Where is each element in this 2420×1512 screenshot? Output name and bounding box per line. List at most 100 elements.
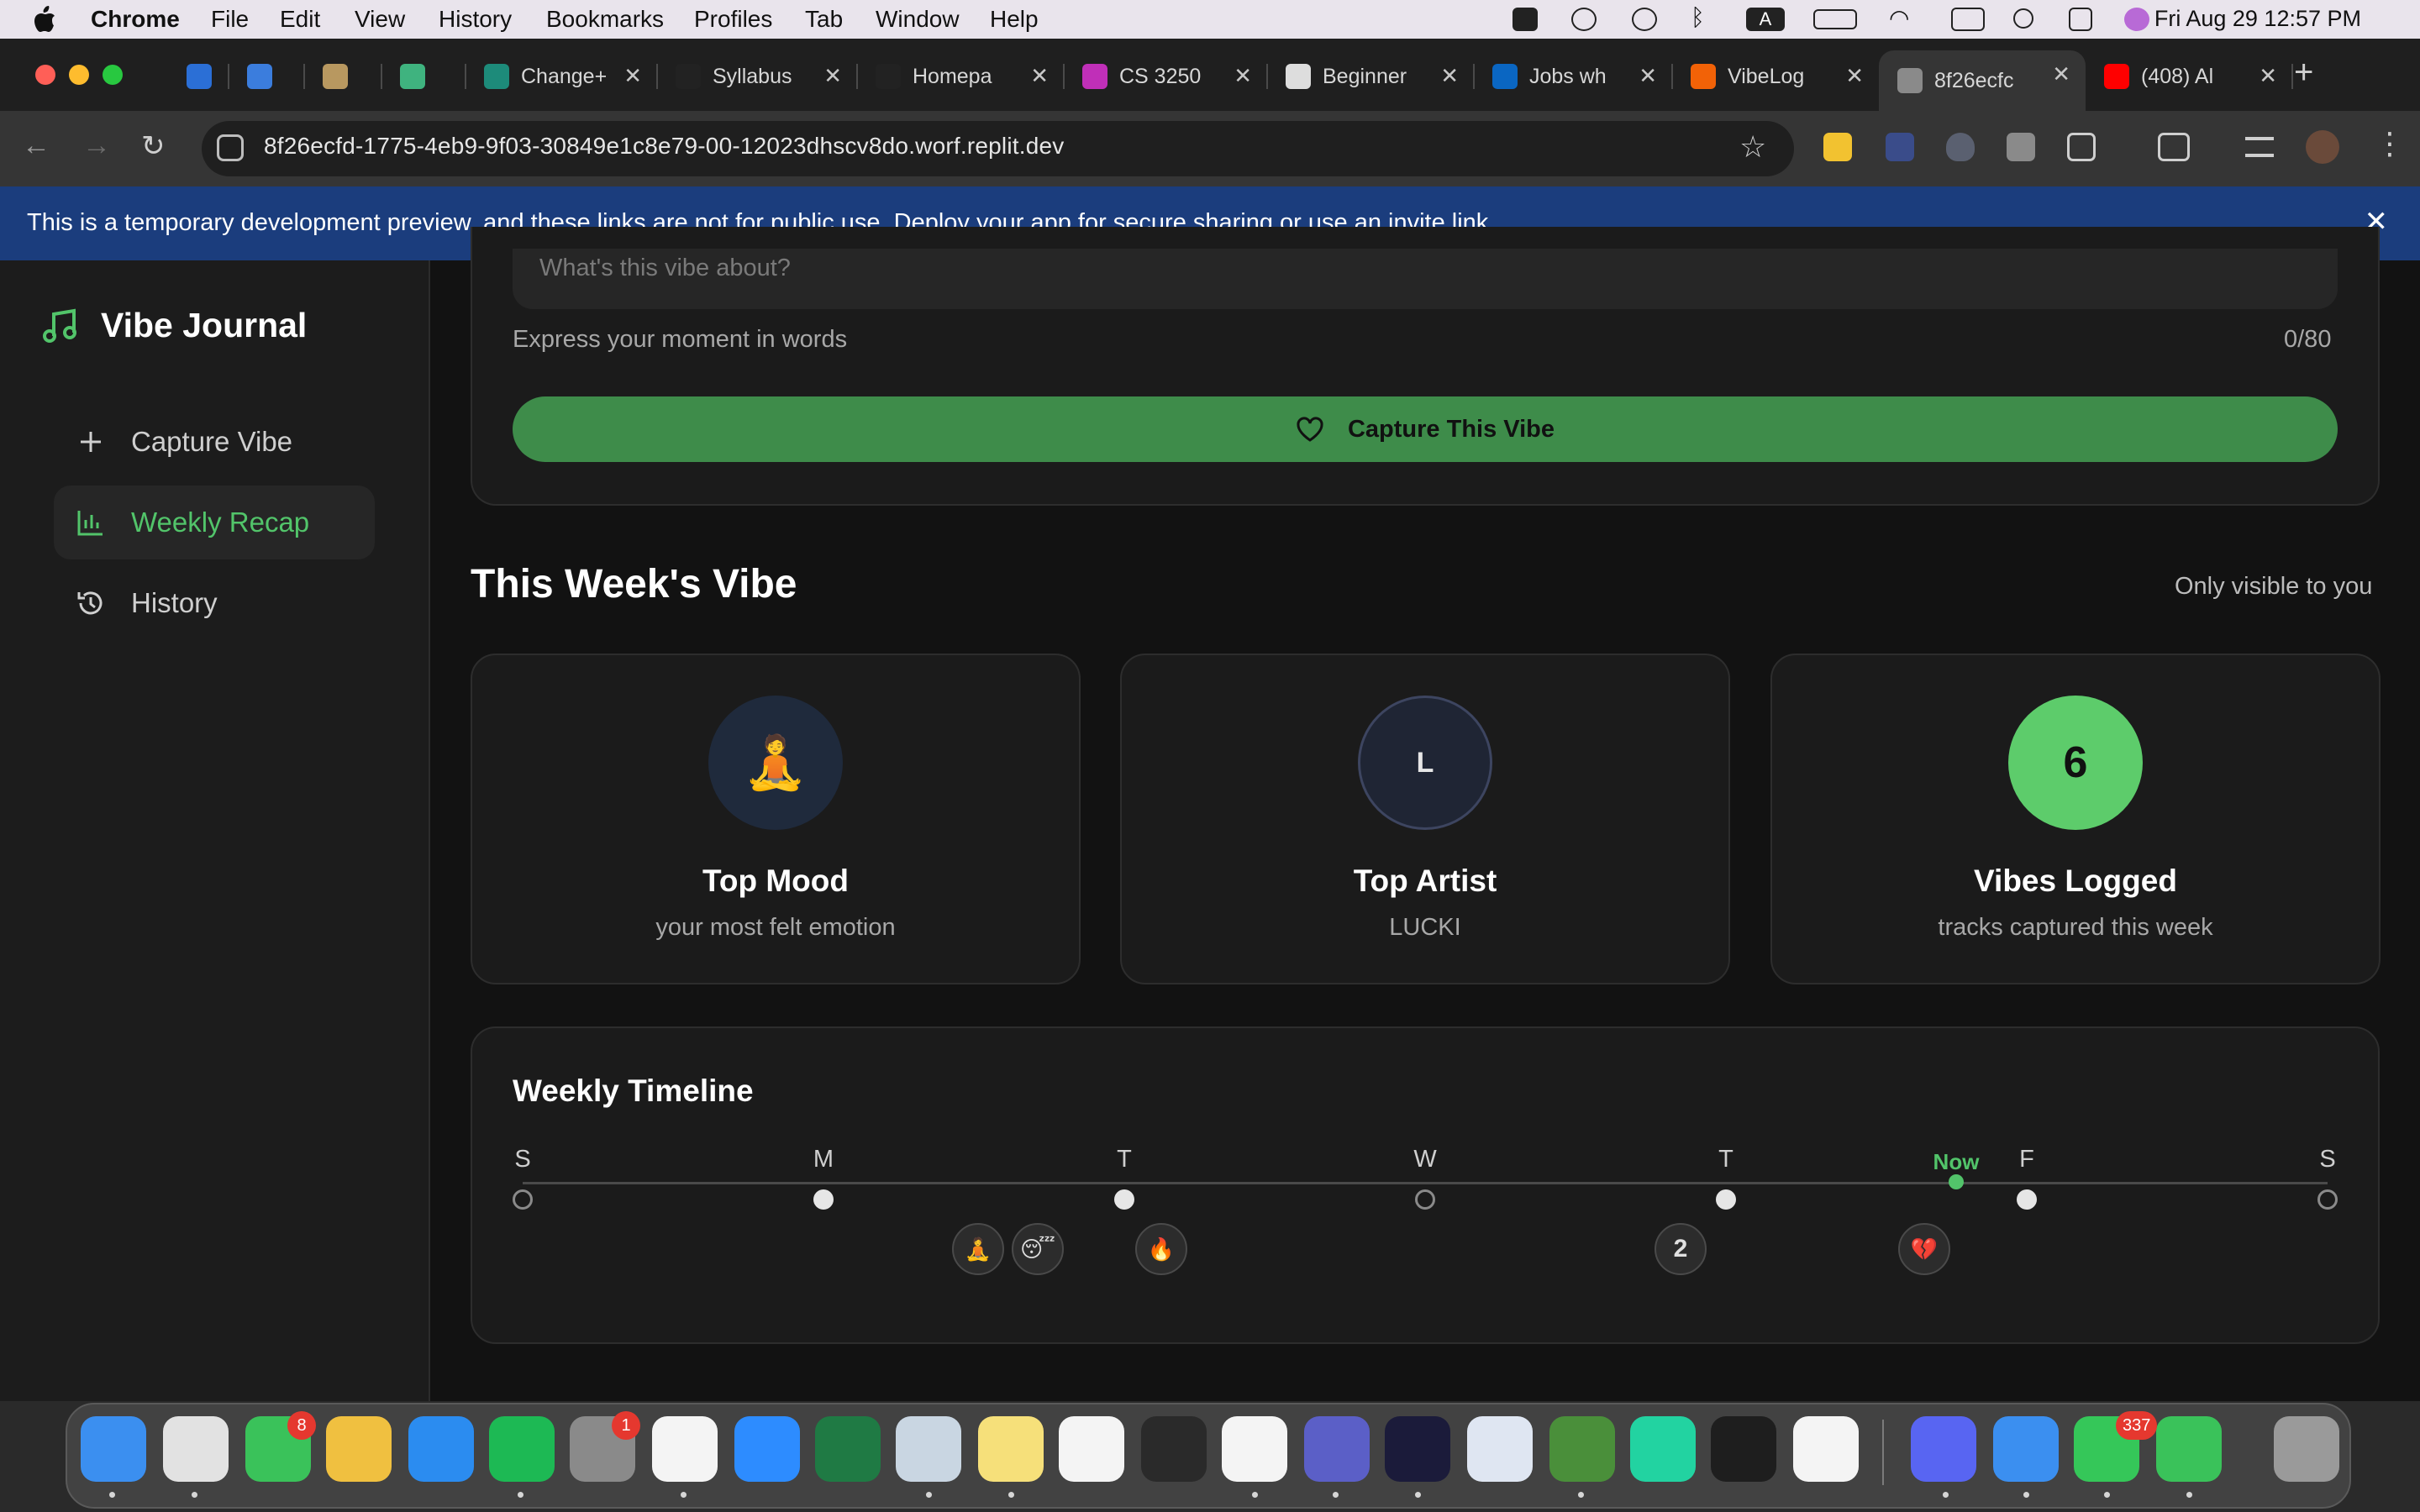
menu-edit[interactable]: Edit — [280, 6, 320, 33]
memory-icon[interactable] — [1951, 8, 1985, 31]
clion-icon[interactable] — [1630, 1416, 1696, 1482]
chrome-canary-icon[interactable] — [2156, 1416, 2222, 1482]
spotlight-search-icon[interactable] — [2013, 8, 2033, 29]
preview-icon[interactable] — [896, 1416, 961, 1482]
status-teams-icon[interactable] — [1571, 8, 1597, 31]
timeline-entry-badge[interactable]: 😴 — [1012, 1223, 1064, 1275]
site-info-icon[interactable] — [217, 134, 244, 161]
mail-icon[interactable] — [1993, 1416, 2059, 1482]
capcut-icon[interactable] — [1059, 1416, 1124, 1482]
vscode-icon[interactable] — [1793, 1416, 1859, 1482]
extension-tool-icon[interactable] — [2007, 133, 2035, 161]
browser-tab[interactable] — [168, 52, 229, 101]
browser-tab[interactable]: Change+ ✕ — [466, 52, 657, 101]
browser-tab[interactable]: Beginner ✕ — [1267, 52, 1474, 101]
browser-tab[interactable]: 8f26ecfc ✕ — [1879, 50, 2086, 111]
dock-running-indicator — [2186, 1492, 2192, 1498]
menu-view[interactable]: View — [355, 6, 405, 33]
finder-icon[interactable] — [81, 1416, 146, 1482]
window-zoom-button[interactable] — [103, 65, 123, 85]
r-icon[interactable] — [1467, 1416, 1533, 1482]
tab-close-icon[interactable]: ✕ — [823, 63, 842, 89]
tab-close-icon[interactable]: ✕ — [1639, 63, 1657, 89]
tab-close-icon[interactable]: ✕ — [1845, 63, 1864, 89]
reload-button[interactable]: ↻ — [141, 129, 166, 163]
minecraft-icon[interactable] — [1549, 1416, 1615, 1482]
terminal-icon[interactable] — [1141, 1416, 1207, 1482]
menu-help[interactable]: Help — [990, 6, 1039, 33]
notes-icon[interactable] — [978, 1416, 1044, 1482]
menu-tab[interactable]: Tab — [805, 6, 843, 33]
timeline-entry-badge[interactable]: 🔥 — [1135, 1223, 1187, 1275]
browser-tab[interactable] — [229, 52, 304, 101]
browser-tab[interactable]: Homepa ✕ — [857, 52, 1064, 101]
zoom-icon[interactable] — [734, 1416, 800, 1482]
spotify-icon[interactable] — [489, 1416, 555, 1482]
browser-tab[interactable]: Syllabus ✕ — [657, 52, 857, 101]
browser-tab[interactable]: Jobs wh ✕ — [1474, 52, 1672, 101]
battery-icon[interactable] — [1813, 9, 1857, 29]
word-icon[interactable] — [652, 1416, 718, 1482]
wifi-icon[interactable]: ◠ — [1889, 4, 1914, 31]
media-control-icon[interactable] — [2245, 137, 2274, 157]
siri-icon[interactable] — [2124, 8, 2149, 31]
bookmark-star-icon[interactable]: ☆ — [1739, 129, 1766, 165]
app-store-icon[interactable] — [408, 1416, 474, 1482]
sidebar-item-capture-vibe[interactable]: Capture Vibe — [54, 405, 375, 479]
browser-tab[interactable]: CS 3250 ✕ — [1064, 52, 1267, 101]
window-close-button[interactable] — [35, 65, 55, 85]
bluetooth-icon[interactable]: ᛒ — [1691, 4, 1716, 30]
tab-close-icon[interactable]: ✕ — [2052, 61, 2070, 87]
input-source-icon[interactable]: A — [1746, 8, 1785, 31]
tab-close-icon[interactable]: ✕ — [1030, 63, 1049, 89]
sidebar-item-history[interactable]: History — [54, 566, 375, 640]
sidebar-item-weekly-recap[interactable]: Weekly Recap — [54, 486, 375, 559]
control-center-icon[interactable] — [2069, 8, 2092, 31]
timeline-entry-badge[interactable]: 💔 — [1898, 1223, 1950, 1275]
browser-menu-icon[interactable]: ⋮ — [2375, 126, 2405, 161]
timeline-entry-badge[interactable]: 2 — [1655, 1223, 1707, 1275]
tab-close-icon[interactable]: ✕ — [2259, 63, 2277, 89]
extension-eyedropper-icon[interactable] — [1886, 133, 1914, 161]
menu-profiles[interactable]: Profiles — [694, 6, 772, 33]
tab-close-icon[interactable]: ✕ — [1440, 63, 1459, 89]
menu-history[interactable]: History — [439, 6, 512, 33]
menu-window[interactable]: Window — [876, 6, 960, 33]
forward-button[interactable]: → — [82, 129, 111, 162]
back-button[interactable]: ← — [22, 129, 50, 162]
intellij-icon[interactable] — [1385, 1416, 1450, 1482]
tab-close-icon[interactable]: ✕ — [1234, 63, 1252, 89]
excel-icon[interactable] — [815, 1416, 881, 1482]
extensions-puzzle-icon[interactable] — [2067, 133, 2096, 161]
chrome-icon[interactable] — [163, 1416, 229, 1482]
browser-tab[interactable]: VibeLog ✕ — [1672, 52, 1879, 101]
discord-icon[interactable] — [1911, 1416, 1976, 1482]
trash-icon[interactable] — [2274, 1416, 2339, 1482]
window-minimize-button[interactable] — [69, 65, 89, 85]
figma-icon[interactable] — [1711, 1416, 1776, 1482]
tab-close-icon[interactable]: ✕ — [623, 63, 642, 89]
menu-bookmarks[interactable]: Bookmarks — [546, 6, 664, 33]
capture-vibe-button[interactable]: Capture This Vibe — [513, 396, 2338, 462]
slack-icon[interactable] — [1222, 1416, 1287, 1482]
extension-shield-icon[interactable] — [1946, 133, 1975, 161]
teams-icon[interactable] — [1304, 1416, 1370, 1482]
apple-icon[interactable] — [32, 5, 57, 34]
timeline-entry-badge[interactable]: 🧘 — [952, 1223, 1004, 1275]
browser-tab[interactable]: (408) Al ✕ — [2086, 52, 2292, 101]
menu-file[interactable]: File — [211, 6, 249, 33]
extension-2048-icon[interactable] — [1823, 133, 1852, 161]
url-text[interactable]: 8f26ecfd-1775-4eb9-9f03-30849e1c8e79-00-… — [264, 133, 1064, 160]
menu-app-name[interactable]: Chrome — [91, 6, 180, 33]
search-tabs-icon[interactable] — [2158, 133, 2190, 161]
menubar-clock[interactable]: Fri Aug 29 12:57 PM — [2154, 6, 2361, 32]
input-hint: Express your moment in words — [513, 326, 848, 353]
photos-icon[interactable] — [326, 1416, 392, 1482]
status-app-icon[interactable] — [1512, 8, 1538, 31]
new-tab-button[interactable]: + — [2294, 54, 2313, 92]
profile-avatar[interactable] — [2306, 130, 2339, 164]
status-play-icon[interactable] — [1632, 8, 1657, 31]
notification-badge: 337 — [2116, 1411, 2158, 1440]
browser-tab[interactable] — [304, 52, 381, 101]
browser-tab[interactable] — [381, 52, 466, 101]
